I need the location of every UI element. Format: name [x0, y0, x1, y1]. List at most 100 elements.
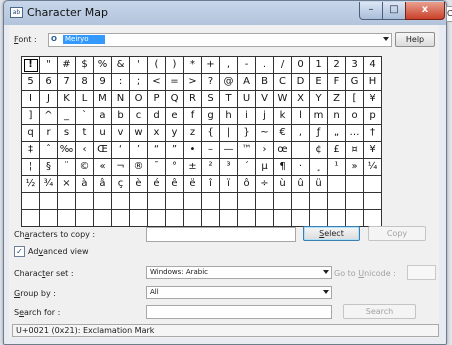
character-cell[interactable]: l	[292, 108, 310, 125]
character-cell[interactable]	[328, 176, 346, 193]
character-cell[interactable]: 9	[94, 74, 112, 91]
character-cell[interactable]: 7	[58, 74, 76, 91]
character-cell[interactable]: Y	[310, 91, 328, 108]
character-cell[interactable]: #	[58, 57, 76, 74]
character-cell[interactable]: M	[94, 91, 112, 108]
character-cell[interactable]: ´	[238, 159, 256, 176]
character-cell[interactable]: y	[166, 125, 184, 142]
character-cell[interactable]: €	[274, 125, 292, 142]
character-cell[interactable]	[58, 210, 76, 227]
character-cell[interactable]: ,	[292, 125, 310, 142]
go-to-unicode-input[interactable]	[407, 265, 436, 280]
character-cell[interactable]: ?	[202, 74, 220, 91]
character-cell[interactable]	[238, 193, 256, 210]
character-cell[interactable]: ¹	[328, 159, 346, 176]
character-cell[interactable]: I	[22, 91, 40, 108]
character-cell[interactable]: >	[184, 74, 202, 91]
character-cell[interactable]	[22, 210, 40, 227]
character-cell[interactable]	[220, 210, 238, 227]
character-cell[interactable]: T	[220, 91, 238, 108]
character-cell[interactable]: a	[94, 108, 112, 125]
character-cell[interactable]: )	[166, 57, 184, 74]
characters-to-copy-input[interactable]	[146, 227, 296, 242]
character-cell[interactable]: F	[328, 74, 346, 91]
character-cell[interactable]	[274, 193, 292, 210]
character-cell[interactable]	[112, 210, 130, 227]
character-cell[interactable]: Œ	[94, 142, 112, 159]
character-cell[interactable]: ˆ	[40, 142, 58, 159]
character-cell[interactable]: «	[94, 159, 112, 176]
character-cell[interactable]: w	[130, 125, 148, 142]
character-cell[interactable]: …	[346, 125, 364, 142]
character-cell[interactable]: ¶	[274, 159, 292, 176]
character-cell[interactable]: »	[346, 159, 364, 176]
character-cell[interactable]	[94, 193, 112, 210]
character-cell[interactable]	[346, 210, 364, 227]
character-cell[interactable]: r	[40, 125, 58, 142]
character-cell[interactable]	[148, 210, 166, 227]
minimize-button[interactable]: –	[359, 2, 383, 20]
character-cell[interactable]	[364, 176, 382, 193]
character-cell[interactable]: ,	[220, 57, 238, 74]
character-cell[interactable]: ¥	[364, 91, 382, 108]
character-cell[interactable]: 2	[328, 57, 346, 74]
character-cell[interactable]: u	[94, 125, 112, 142]
character-cell[interactable]: ±	[184, 159, 202, 176]
character-cell[interactable]: ¬	[112, 159, 130, 176]
character-cell[interactable]: 5	[22, 74, 40, 91]
character-cell[interactable]: _	[58, 108, 76, 125]
character-cell[interactable]: :	[112, 74, 130, 91]
character-cell[interactable]: ™	[238, 142, 256, 159]
character-cell[interactable]: 1	[310, 57, 328, 74]
character-cell[interactable]: V	[256, 91, 274, 108]
character-cell[interactable]: à	[76, 176, 94, 193]
character-cell[interactable]: ’	[130, 142, 148, 159]
character-cell[interactable]: ·	[292, 159, 310, 176]
character-cell[interactable]	[22, 193, 40, 210]
character-cell[interactable]: !	[22, 57, 40, 74]
character-cell[interactable]: ï	[220, 176, 238, 193]
character-cell[interactable]: J	[40, 91, 58, 108]
character-cell[interactable]: z	[184, 125, 202, 142]
character-cell[interactable]: i	[238, 108, 256, 125]
character-cell[interactable]: k	[274, 108, 292, 125]
character-cell[interactable]: n	[328, 108, 346, 125]
character-cell[interactable]: 4	[364, 57, 382, 74]
character-cell[interactable]: p	[364, 108, 382, 125]
character-cell[interactable]: K	[58, 91, 76, 108]
character-cell[interactable]: ~	[256, 125, 274, 142]
character-cell[interactable]: *	[184, 57, 202, 74]
character-cell[interactable]: O	[130, 91, 148, 108]
character-cell[interactable]	[184, 210, 202, 227]
character-cell[interactable]: ³	[220, 159, 238, 176]
character-cell[interactable]: ‹	[76, 142, 94, 159]
character-cell[interactable]: ¼	[364, 159, 382, 176]
character-cell[interactable]: ¢	[310, 142, 328, 159]
character-cell[interactable]: X	[292, 91, 310, 108]
character-cell[interactable]: %	[94, 57, 112, 74]
character-cell[interactable]: B	[256, 74, 274, 91]
character-cell[interactable]	[256, 210, 274, 227]
character-cell[interactable]: e	[166, 108, 184, 125]
character-cell[interactable]: g	[202, 108, 220, 125]
character-cell[interactable]: ®	[130, 159, 148, 176]
character-cell[interactable]: ×	[58, 176, 76, 193]
character-cell[interactable]: N	[112, 91, 130, 108]
character-cell[interactable]	[166, 193, 184, 210]
character-cell[interactable]: [	[346, 91, 364, 108]
character-cell[interactable]: t	[76, 125, 94, 142]
character-cell[interactable]: A	[238, 74, 256, 91]
character-cell[interactable]	[112, 193, 130, 210]
character-cell[interactable]: f	[184, 108, 202, 125]
character-cell[interactable]: â	[94, 176, 112, 193]
title-bar[interactable]: ab Character Map – □ x	[4, 1, 446, 23]
character-cell[interactable]	[184, 193, 202, 210]
character-cell[interactable]	[256, 193, 274, 210]
character-cell[interactable]	[148, 193, 166, 210]
character-cell[interactable]: ê	[166, 176, 184, 193]
character-cell[interactable]: j	[256, 108, 274, 125]
character-cell[interactable]: —	[220, 142, 238, 159]
character-cell[interactable]: ¸	[310, 159, 328, 176]
character-cell[interactable]: H	[364, 74, 382, 91]
character-cell[interactable]: ¤	[346, 142, 364, 159]
